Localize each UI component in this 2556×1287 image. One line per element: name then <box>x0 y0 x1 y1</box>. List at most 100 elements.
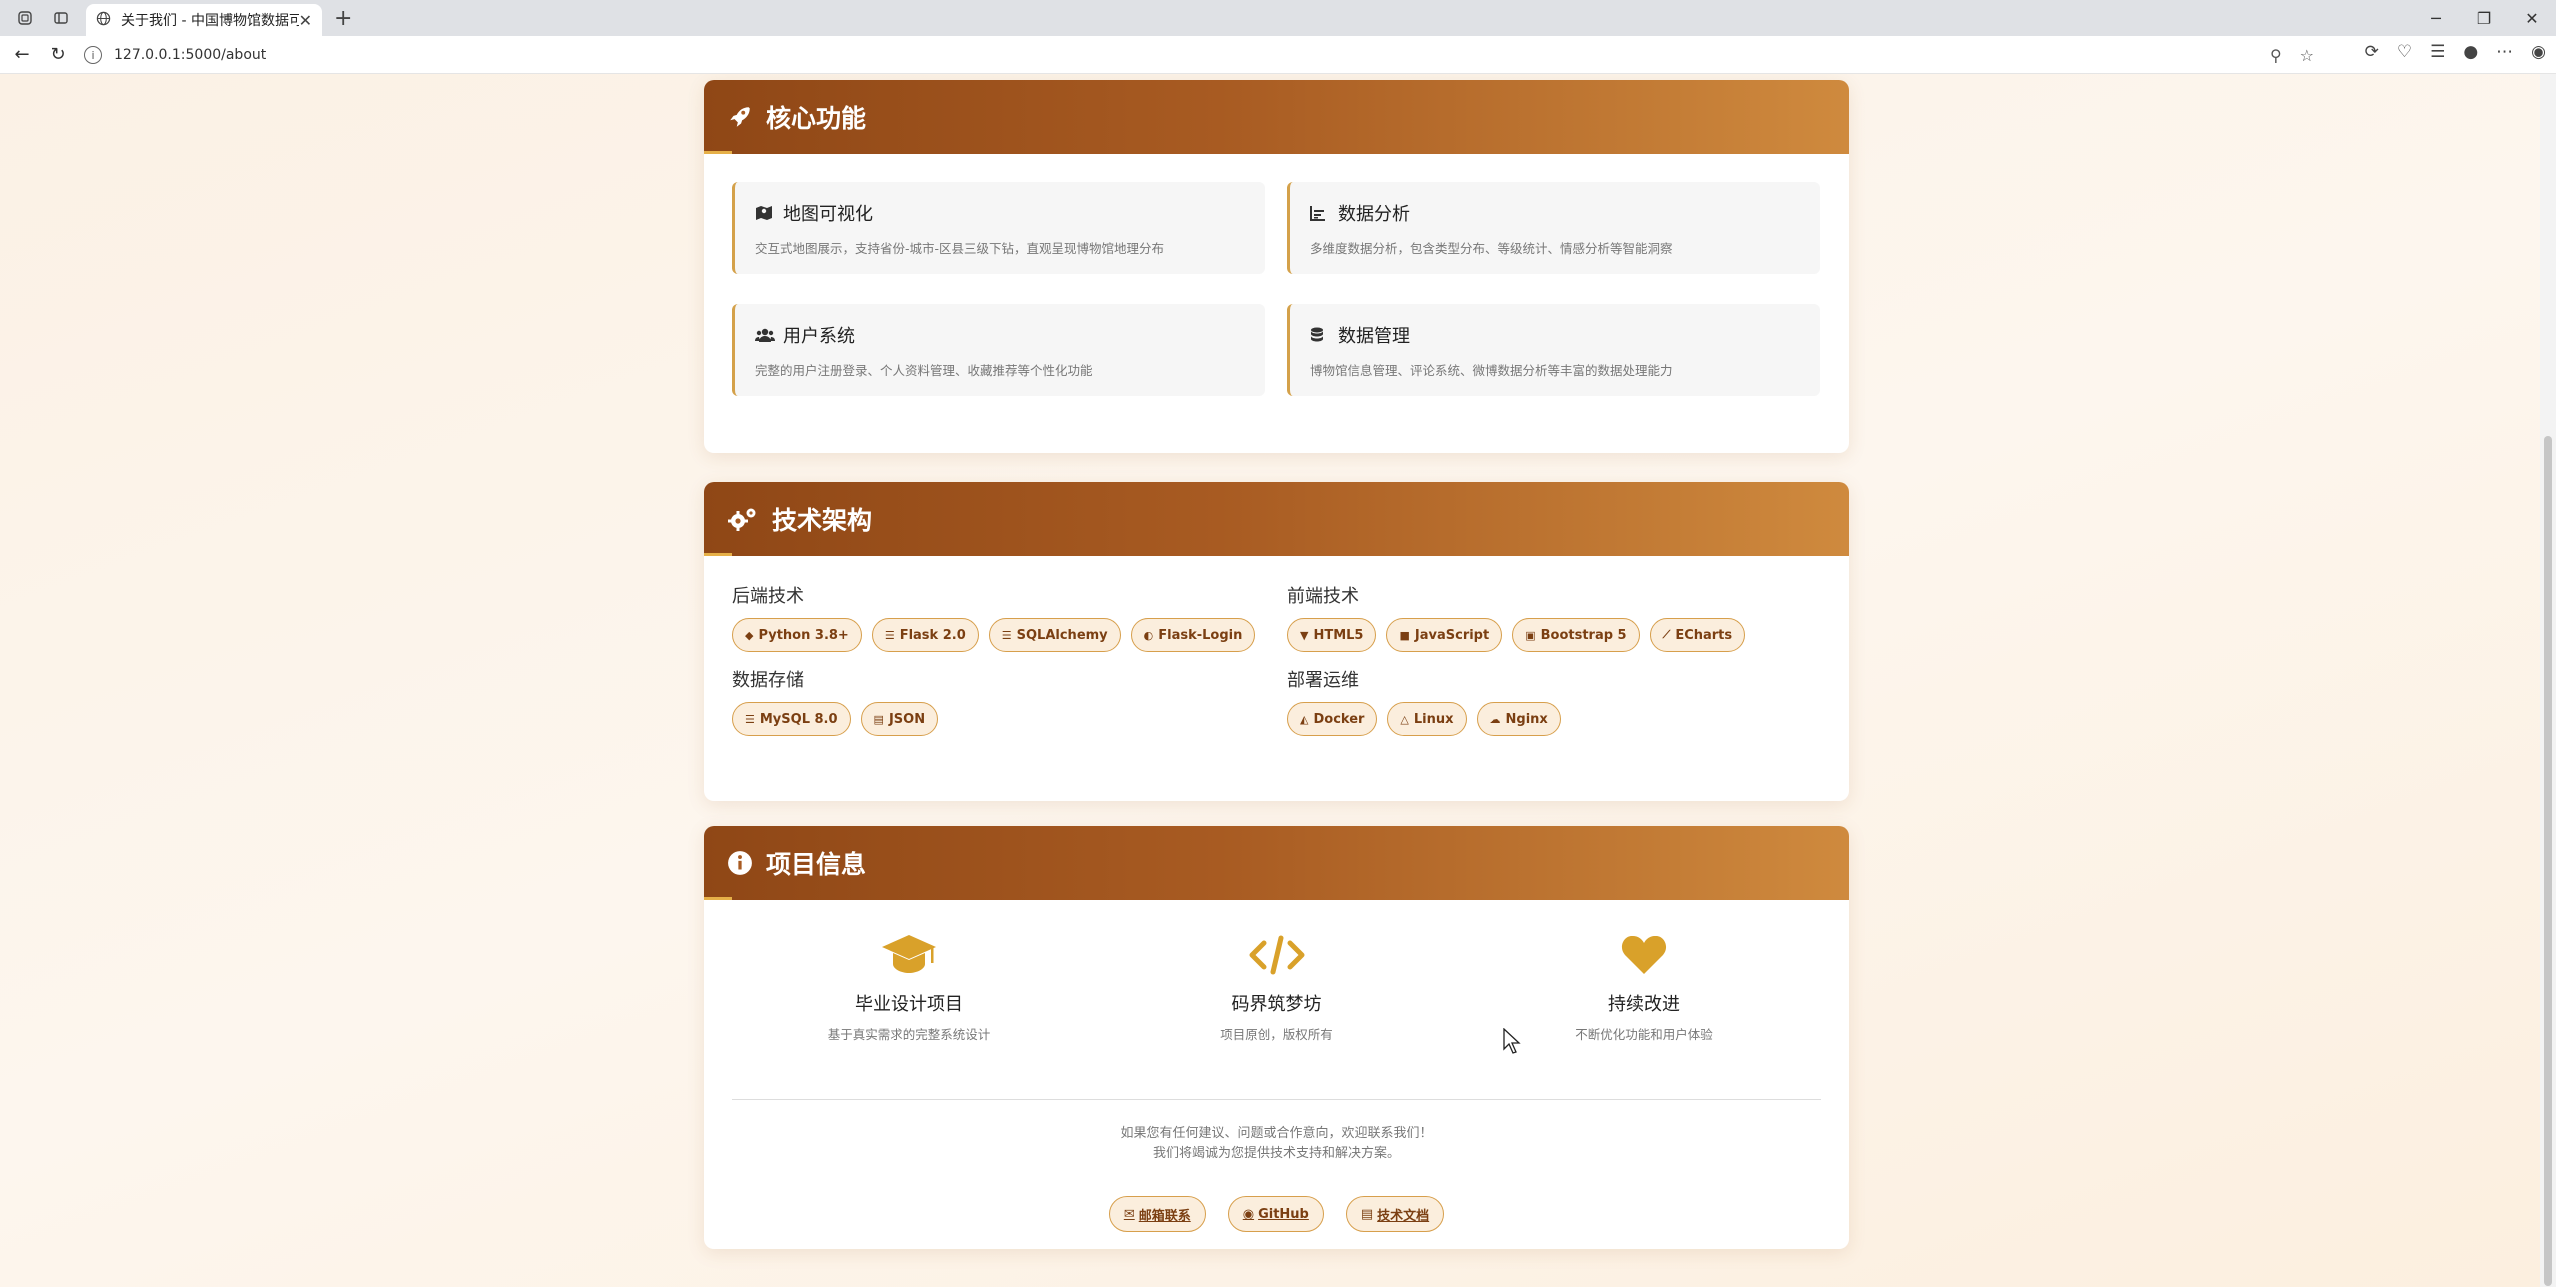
features-card-header: 核心功能 <box>704 80 1849 154</box>
tech-group-backend: 后端技术 ◆ Python 3.8+ ☰ Flask 2.0 ☰ SQLAlchemy… <box>732 582 1287 652</box>
project-item-desc: 不断优化功能和用户体验 <box>1575 1027 1713 1042</box>
favorite-star-icon[interactable]: ☆ <box>2300 46 2314 65</box>
tech-badge: ⟋ ECharts <box>1649 618 1746 652</box>
restore-button[interactable]: ❐ <box>2460 0 2508 36</box>
browser-tab-active[interactable]: 关于我们 - 中国博物馆数据可视化 ✕ <box>86 4 322 36</box>
tech-badge: ▼ HTML5 <box>1287 618 1377 652</box>
feature-desc: 博物馆信息管理、评论系统、微博数据分析等丰富的数据处理能力 <box>1310 363 1673 378</box>
docs-link-button[interactable]: ▤ 技术文档 <box>1345 1196 1445 1232</box>
project-item-desc: 基于真实需求的完整系统设计 <box>827 1027 991 1042</box>
docker-icon: ◭ <box>1300 712 1309 726</box>
new-tab-button[interactable]: + <box>334 6 352 31</box>
features-title: 核心功能 <box>766 104 867 133</box>
tech-group-frontend: 前端技术 ▼ HTML5 ■ JavaScript ▣ Bootstrap 5 ⟋ EC… <box>1287 582 1807 652</box>
tech-badge: ☁ Nginx <box>1476 702 1561 736</box>
tech-badge: ◆ Python 3.8+ <box>732 618 862 652</box>
tech-badge: ▣ Bootstrap 5 <box>1512 618 1640 652</box>
feature-map-visualization: 地图可视化 交互式地图展示，支持省份-城市-区县三级下钻，直观呈现博物馆地理分布 <box>732 182 1265 274</box>
back-button[interactable]: ← <box>4 37 40 73</box>
collections-icon[interactable]: ☰ <box>2430 42 2445 62</box>
project-card: 项目信息 毕业设计项目 基于真实需求的完整系统设计 码界筑梦坊 项目原创，版权所… <box>704 826 1849 1249</box>
page-scrollbar[interactable] <box>2540 74 2556 1287</box>
project-item-title: 码界筑梦坊 <box>1231 994 1322 1015</box>
users-icon <box>755 327 775 343</box>
gears-icon <box>726 505 760 533</box>
project-card-header: 项目信息 <box>704 826 1849 900</box>
feature-desc: 交互式地图展示，支持省份-城市-区县三级下钻，直观呈现博物馆地理分布 <box>755 241 1165 256</box>
cloud-icon: ☁ <box>1489 712 1501 726</box>
close-window-button[interactable]: ✕ <box>2508 0 2556 36</box>
browser-tab-bar: 关于我们 - 中国博物馆数据可视化 ✕ + ─ ❐ ✕ <box>0 0 2556 36</box>
graduation-cap-icon <box>794 930 1024 980</box>
refresh-button[interactable]: ↻ <box>40 37 76 73</box>
line-chart-icon: ⟋ <box>1662 628 1671 641</box>
extensions-icon[interactable]: ⟳ <box>2365 42 2379 62</box>
project-item-title: 毕业设计项目 <box>855 994 963 1015</box>
project-item-improve: 持续改进 不断优化功能和用户体验 <box>1529 930 1759 1043</box>
tech-badge: ■ JavaScript <box>1386 618 1503 652</box>
tab-title: 关于我们 - 中国博物馆数据可视化 <box>121 13 299 29</box>
database-icon: ☰ <box>1001 628 1012 642</box>
github-link-button[interactable]: ◉ GitHub <box>1227 1196 1324 1232</box>
tech-card-header: 技术架构 <box>704 482 1849 556</box>
python-icon: ◆ <box>745 628 754 642</box>
page-body: 核心功能 地图可视化 交互式地图展示，支持省份-城市-区县三级下钻，直观呈现博物… <box>0 74 2540 1287</box>
scrollbar-thumb[interactable] <box>2544 436 2552 1286</box>
zoom-icon[interactable]: ⚲ <box>2270 46 2282 65</box>
copilot-icon[interactable]: ◉ <box>2531 42 2546 62</box>
feature-data-analysis: 数据分析 多维度数据分析，包含类型分布、等级统计、情感分析等智能洞察 <box>1287 182 1820 274</box>
feature-user-system: 用户系统 完整的用户注册登录、个人资料管理、收藏推荐等个性化功能 <box>732 304 1265 396</box>
contact-line: 如果您有任何建议、问题或合作意向，欢迎联系我们！ <box>1120 1126 1433 1141</box>
project-items: 毕业设计项目 基于真实需求的完整系统设计 码界筑梦坊 项目原创，版权所有 持续改… <box>704 900 1849 1043</box>
site-info-icon[interactable]: i <box>84 46 102 64</box>
database-icon: ☰ <box>745 712 755 726</box>
feature-title: 地图可视化 <box>783 204 873 225</box>
code-icon <box>1162 930 1392 980</box>
features-grid: 地图可视化 交互式地图展示，支持省份-城市-区县三级下钻，直观呈现博物馆地理分布… <box>704 154 1849 396</box>
email-link-button[interactable]: ✉ 邮箱联系 <box>1108 1196 1206 1232</box>
tech-badge: ☰ Flask 2.0 <box>871 618 979 652</box>
tech-badge: ☰ SQLAlchemy <box>988 618 1121 652</box>
globe-icon <box>96 11 111 30</box>
tech-group-label: 前端技术 <box>1287 586 1359 607</box>
tech-group-label: 后端技术 <box>732 586 804 607</box>
tech-group-storage: 数据存储 ☰ MySQL 8.0 ▤ JSON <box>732 666 1287 736</box>
divider <box>732 1099 1821 1100</box>
browser-essentials-icon[interactable]: ♡ <box>2397 42 2412 62</box>
workspaces-icon[interactable] <box>14 7 36 29</box>
file-icon: ▤ <box>1360 1206 1374 1222</box>
tech-groups: 后端技术 ◆ Python 3.8+ ☰ Flask 2.0 ☰ SQLAlchemy… <box>704 556 1849 750</box>
info-circle-icon <box>726 849 754 877</box>
map-icon <box>755 205 775 221</box>
project-title: 项目信息 <box>766 850 867 879</box>
linux-icon: △ <box>1400 712 1409 726</box>
tech-group-label: 部署运维 <box>1287 670 1359 691</box>
project-item-author: 码界筑梦坊 项目原创，版权所有 <box>1162 930 1392 1043</box>
project-item-desc: 项目原创，版权所有 <box>1220 1027 1333 1042</box>
tech-badge: ▤ JSON <box>860 702 939 736</box>
tech-badge: △ Linux <box>1387 702 1467 736</box>
project-item-graduation: 毕业设计项目 基于真实需求的完整系统设计 <box>794 930 1024 1043</box>
contact-line: 我们将竭诚为您提供技术支持和解决方案。 <box>1152 1146 1400 1161</box>
js-icon: ■ <box>1399 628 1410 642</box>
feature-title: 用户系统 <box>783 326 855 347</box>
minimize-button[interactable]: ─ <box>2412 0 2460 36</box>
file-icon: ▤ <box>873 712 884 726</box>
address-bar-row: ← ↻ i 127.0.0.1:5000/about ⚲ ☆ ⟳ ♡ ☰ ● ⋯… <box>0 36 2556 74</box>
feature-data-management: 数据管理 博物馆信息管理、评论系统、微博数据分析等丰富的数据处理能力 <box>1287 304 1820 396</box>
feature-title: 数据管理 <box>1338 326 1410 347</box>
url-field[interactable]: i 127.0.0.1:5000/about ⚲ ☆ <box>84 41 2314 69</box>
chart-bar-icon <box>1310 205 1330 221</box>
profile-icon[interactable]: ● <box>2463 42 2478 62</box>
tech-title: 技术架构 <box>772 506 873 535</box>
tech-badge: ☰ MySQL 8.0 <box>732 702 851 736</box>
contact-text: 如果您有任何建议、问题或合作意向，欢迎联系我们！ 我们将竭诚为您提供技术支持和解… <box>704 1124 1849 1164</box>
feature-desc: 完整的用户注册登录、个人资料管理、收藏推荐等个性化功能 <box>755 363 1093 378</box>
tab-actions-icon[interactable] <box>50 7 72 29</box>
close-tab-icon[interactable]: ✕ <box>299 11 312 30</box>
tech-group-label: 数据存储 <box>732 670 804 691</box>
more-menu-icon[interactable]: ⋯ <box>2496 42 2513 62</box>
url-text: 127.0.0.1:5000/about <box>114 47 267 63</box>
envelope-icon: ✉ <box>1123 1206 1135 1222</box>
feature-title: 数据分析 <box>1338 204 1410 225</box>
